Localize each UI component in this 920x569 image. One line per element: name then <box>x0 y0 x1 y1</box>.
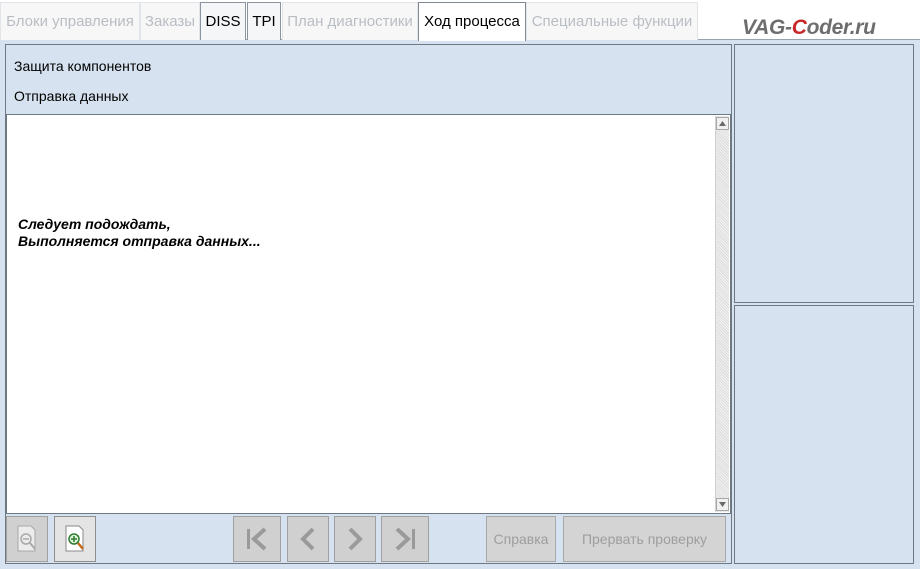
last-icon <box>395 527 415 551</box>
watermark-suffix: oder.ru <box>806 16 876 39</box>
right-info-panel-bottom <box>734 305 914 564</box>
first-button[interactable] <box>233 516 281 562</box>
process-title: Защита компонентов <box>14 58 152 74</box>
tab-bar: Блоки управления Заказы DISS TPI План ди… <box>0 0 920 41</box>
right-info-panel-top <box>734 44 914 303</box>
previous-icon <box>300 527 315 551</box>
site-watermark: VAG-Coder.ru <box>742 16 876 40</box>
last-button[interactable] <box>381 516 429 562</box>
zoom-in-icon <box>65 525 84 552</box>
help-button[interactable]: Справка <box>486 516 556 562</box>
arrow-up-icon <box>719 121 726 126</box>
next-icon <box>348 527 363 551</box>
scroll-down-button[interactable] <box>716 498 729 511</box>
tab-special-functions[interactable]: Специальные функции <box>526 2 698 40</box>
tab-process-progress[interactable]: Ход процесса <box>418 2 526 41</box>
previous-button[interactable] <box>287 516 329 562</box>
wait-message: Следует подождать, Выполняется отправка … <box>18 216 261 250</box>
tab-orders[interactable]: Заказы <box>140 2 200 40</box>
bottom-toolbar: Справка Прервать проверку <box>6 516 731 563</box>
zoom-out-button[interactable] <box>6 516 48 562</box>
wait-message-line-1: Следует подождать, <box>18 216 171 232</box>
wait-message-line-2: Выполняется отправка данных... <box>18 233 261 249</box>
zoom-in-button[interactable] <box>54 516 96 562</box>
main-panel: Защита компонентов Отправка данных Следу… <box>5 44 732 564</box>
tab-control-units[interactable]: Блоки управления <box>0 2 140 40</box>
vertical-scrollbar[interactable] <box>715 116 729 512</box>
tab-tpi[interactable]: TPI <box>247 2 281 40</box>
abort-check-button[interactable]: Прервать проверку <box>563 516 726 562</box>
arrow-down-icon <box>719 502 726 507</box>
scroll-up-button[interactable] <box>716 117 729 130</box>
first-icon <box>247 527 267 551</box>
message-area: Следует подождать, Выполняется отправка … <box>6 114 731 514</box>
next-button[interactable] <box>334 516 376 562</box>
watermark-letter: C <box>791 16 807 39</box>
process-step: Отправка данных <box>14 88 129 104</box>
watermark-prefix: VAG- <box>742 16 792 39</box>
tab-diss[interactable]: DISS <box>200 2 246 40</box>
tab-diagnostic-plan[interactable]: План диагностики <box>282 2 418 40</box>
zoom-out-icon <box>17 525 36 552</box>
process-header: Защита компонентов Отправка данных <box>6 45 731 113</box>
